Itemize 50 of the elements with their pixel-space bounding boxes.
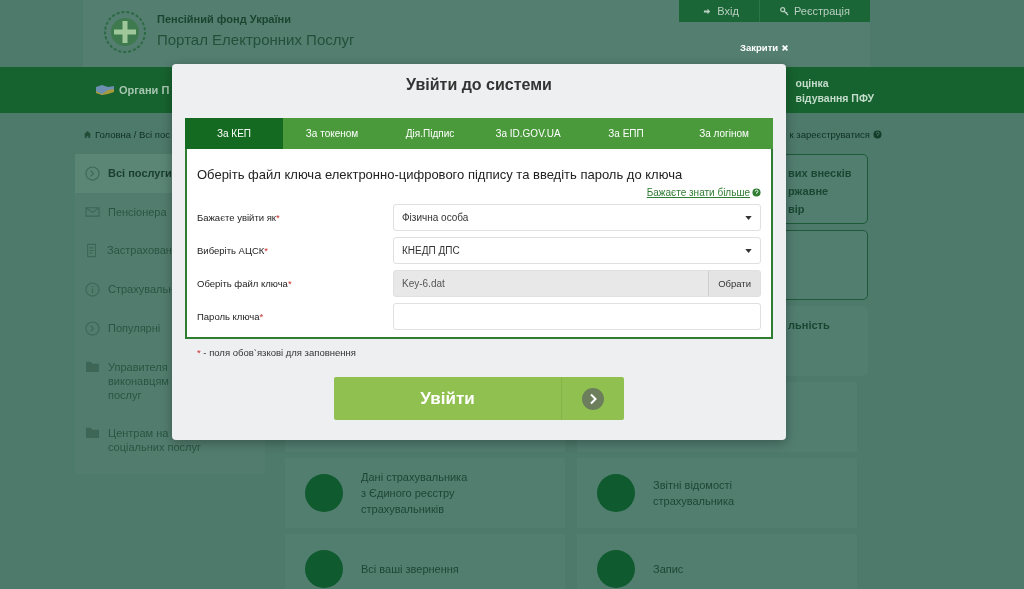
dialog-title: Увійти до системи — [405, 76, 553, 94]
service-title: Звітні відомості страхувальника — [653, 478, 735, 509]
chevron-right-icon — [582, 387, 604, 410]
service-icon — [305, 550, 343, 588]
key-icon — [779, 6, 789, 16]
caret-icon — [745, 215, 752, 220]
required-note: * - поля обов`язкові для заповнення — [197, 347, 357, 358]
dropdown-field[interactable]: КНЕДП ДПС — [393, 237, 761, 264]
service-title: Всі ваші звернення — [361, 562, 459, 577]
folder-icon — [85, 426, 100, 439]
help-icon — [873, 130, 882, 139]
register-link[interactable]: Реєстрація — [758, 0, 870, 22]
service-title: вих внесків ржавне вір — [788, 167, 852, 215]
nav-link[interactable]: оцінка відування ПФУ — [795, 76, 874, 104]
service-icon — [597, 474, 635, 512]
learn-more-link[interactable]: Бажаєте знати більше — [646, 187, 750, 198]
field-label: Оберіть файл ключа* — [197, 278, 293, 289]
home-icon — [83, 130, 92, 139]
login-link[interactable]: Вхід — [679, 0, 759, 22]
document-icon — [85, 243, 99, 258]
register-help-link[interactable]: к зареєструватися — [789, 129, 870, 140]
service-card[interactable]: Звітні відомості страхувальника — [577, 458, 857, 528]
help-icon — [752, 188, 761, 197]
service-icon — [305, 474, 343, 512]
dropdown-field[interactable]: Фізична особа — [393, 204, 761, 231]
service-icon — [597, 550, 635, 588]
close-icon — [781, 43, 790, 52]
service-card[interactable]: Запис — [577, 534, 857, 589]
sidebar-label: Всі послуги — [108, 166, 172, 180]
login-method-tab[interactable]: За КЕП — [185, 118, 283, 149]
organization-name: Пенсійний фонд України — [157, 13, 292, 25]
circle-icon — [85, 321, 100, 336]
field-label: Виберіть АЦСК* — [197, 245, 270, 256]
service-card[interactable]: Всі ваші звернення — [285, 534, 565, 589]
password-field[interactable] — [393, 303, 761, 330]
circle-icon — [85, 282, 100, 297]
emblem-logo — [103, 10, 147, 54]
folder-icon — [85, 360, 100, 373]
login-button[interactable]: Увійти — [334, 377, 624, 420]
envelope-icon — [85, 205, 100, 218]
field-label: Пароль ключа* — [197, 311, 265, 322]
breadcrumb[interactable]: Головна / Всі пос — [95, 129, 171, 140]
service-title: льність — [788, 319, 830, 331]
service-title: Запис — [653, 562, 684, 577]
caret-icon — [745, 248, 752, 253]
circle-icon — [85, 166, 100, 181]
map-icon — [95, 84, 115, 96]
close-link[interactable]: Закрити — [740, 42, 790, 53]
field-label: Бажаєте увійти як* — [197, 212, 281, 223]
nav-link[interactable]: Органи П — [119, 84, 170, 96]
